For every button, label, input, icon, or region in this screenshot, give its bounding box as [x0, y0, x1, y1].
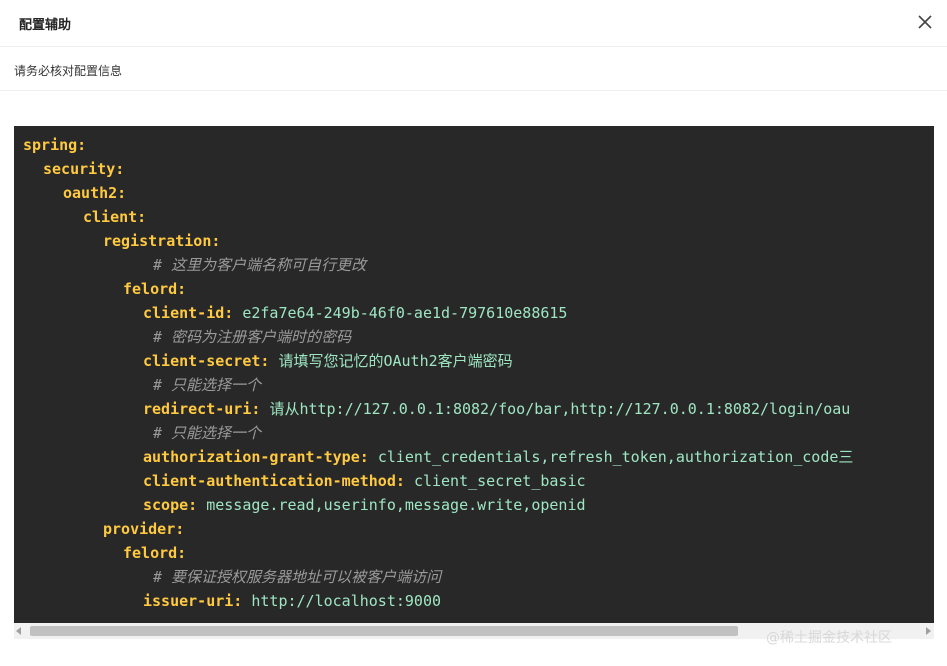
- code-line: spring:: [23, 136, 87, 154]
- code-line: client-authentication-method: client_sec…: [143, 472, 586, 490]
- dialog-title: 配置辅助: [19, 18, 72, 33]
- code-line: oauth2:: [63, 184, 127, 202]
- dialog-header: 配置辅助: [0, 0, 947, 47]
- code-line: client-id: e2fa7e64-249b-46f0-ae1d-79761…: [143, 304, 568, 322]
- code-line: authorization-grant-type: client_credent…: [143, 448, 854, 466]
- code-line: client:: [83, 208, 147, 226]
- code-line: scope: message.read,userinfo,message.wri…: [143, 496, 586, 514]
- scrollbar-thumb[interactable]: [30, 626, 738, 636]
- code-line: client-secret: 请填写您记忆的OAuth2客户端密码: [143, 352, 513, 370]
- code-comment: # 要保证授权服务器地址可以被客户端访问: [153, 568, 442, 586]
- code-line: issuer-uri: http://localhost:9000: [143, 592, 442, 610]
- code-comment: # 密码为注册客户端时的密码: [153, 328, 352, 346]
- code-line: security:: [43, 160, 125, 178]
- code-line: registration:: [103, 232, 221, 250]
- code-block: spring: security: oauth2: client: regist…: [14, 126, 934, 623]
- watermark: @稀土掘金技术社区: [766, 630, 892, 646]
- scroll-right-icon[interactable]: [926, 627, 931, 635]
- close-icon[interactable]: [915, 12, 935, 32]
- code-line: felord:: [123, 544, 187, 562]
- code-comment: # 只能选择一个: [153, 424, 262, 442]
- code-comment: # 只能选择一个: [153, 376, 262, 394]
- code-line: provider:: [103, 520, 185, 538]
- code-line: felord:: [123, 280, 187, 298]
- code-line: redirect-uri: 请从http://127.0.0.1:8082/fo…: [143, 400, 851, 418]
- notice-bar: 请务必核对配置信息: [0, 47, 947, 91]
- notice-text: 请务必核对配置信息: [14, 64, 123, 78]
- scroll-left-icon[interactable]: [16, 627, 21, 635]
- code-comment: # 这里为客户端名称可自行更改: [153, 256, 367, 274]
